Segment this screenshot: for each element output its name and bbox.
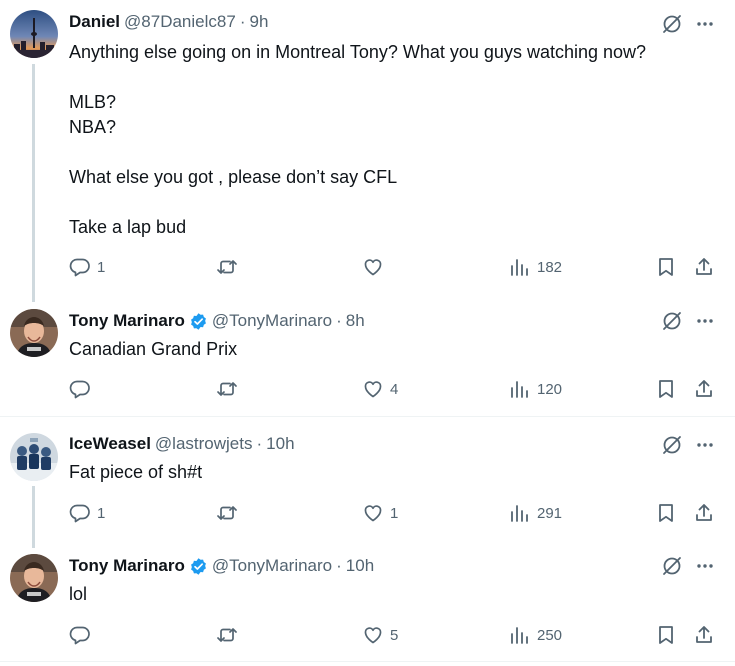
display-name[interactable]: Tony Marinaro — [69, 555, 185, 577]
reply-icon — [69, 626, 90, 645]
view-count: 291 — [537, 504, 563, 522]
view-count: 250 — [537, 626, 563, 644]
tweet[interactable]: Daniel @87Danielc87 · 9h Anything else g… — [0, 0, 735, 300]
like-icon — [364, 381, 382, 398]
like-button[interactable] — [362, 256, 390, 278]
share-icon — [696, 258, 712, 275]
tweet[interactable]: Tony Marinaro @TonyMarinaro · 10h lol 5 — [0, 545, 735, 661]
share-icon — [696, 504, 712, 521]
retweet-button[interactable] — [216, 502, 244, 524]
views-icon — [511, 505, 528, 522]
timestamp[interactable]: 10h — [266, 433, 294, 455]
views-button[interactable]: 250 — [509, 624, 562, 646]
grok-icon[interactable] — [661, 310, 683, 332]
bookmark-icon — [659, 504, 673, 522]
avatar[interactable] — [10, 554, 58, 602]
grok-icon[interactable] — [661, 434, 683, 456]
user-handle[interactable]: @TonyMarinaro — [212, 310, 332, 332]
avatar[interactable] — [10, 433, 58, 481]
views-icon — [511, 259, 528, 276]
timestamp[interactable]: 10h — [346, 555, 374, 577]
separator-dot: · — [256, 434, 263, 453]
reply-icon — [69, 258, 90, 277]
tweet-text: Canadian Grand Prix — [69, 339, 238, 359]
like-count: 1 — [390, 504, 399, 522]
separator-dot: · — [336, 556, 342, 575]
like-icon — [364, 259, 382, 276]
retweet-button[interactable] — [216, 624, 244, 646]
more-icon[interactable] — [694, 310, 716, 332]
views-button[interactable]: 182 — [509, 256, 562, 278]
bookmark-button[interactable] — [655, 502, 677, 524]
like-count: 4 — [390, 380, 399, 398]
view-count: 120 — [537, 380, 563, 398]
tweet-text: Anything else going on in Montreal Tony?… — [69, 42, 647, 237]
retweet-button[interactable] — [216, 256, 244, 278]
user-handle[interactable]: @87Danielc87 — [124, 11, 236, 33]
bookmark-button[interactable] — [655, 624, 677, 646]
thread-divider — [0, 661, 735, 662]
timestamp[interactable]: 9h — [249, 11, 268, 33]
reply-button[interactable] — [69, 624, 97, 646]
share-button[interactable] — [693, 378, 715, 400]
share-button[interactable] — [693, 502, 715, 524]
reply-icon — [69, 504, 90, 523]
share-button[interactable] — [693, 256, 715, 278]
share-button[interactable] — [693, 624, 715, 646]
more-icon[interactable] — [694, 434, 716, 456]
like-button[interactable]: 4 — [362, 378, 398, 400]
separator-dot: · — [239, 12, 246, 31]
retweet-icon — [217, 628, 237, 642]
retweet-button[interactable] — [216, 378, 244, 400]
bookmark-icon — [659, 380, 673, 398]
bookmark-button[interactable] — [655, 256, 677, 278]
retweet-icon — [217, 382, 237, 396]
avatar[interactable] — [10, 10, 58, 58]
display-name[interactable]: Daniel — [69, 11, 120, 33]
display-name[interactable]: IceWeasel — [69, 433, 151, 455]
reply-button[interactable]: 1 — [69, 502, 105, 524]
verified-badge-icon — [189, 557, 208, 576]
like-icon — [364, 505, 382, 522]
reply-thread-feed: Daniel @87Danielc87 · 9h Anything else g… — [0, 0, 735, 666]
share-icon — [696, 626, 712, 643]
reply-count: 1 — [97, 504, 106, 522]
reply-icon — [69, 380, 90, 399]
user-handle[interactable]: @lastrowjets — [155, 433, 253, 455]
bookmark-icon — [659, 626, 673, 644]
views-icon — [511, 627, 528, 644]
share-icon — [696, 380, 712, 397]
timestamp[interactable]: 8h — [346, 310, 365, 332]
retweet-icon — [217, 506, 237, 520]
separator-dot: · — [336, 311, 342, 330]
views-button[interactable]: 291 — [509, 502, 562, 524]
more-icon[interactable] — [694, 555, 716, 577]
tweet[interactable]: IceWeasel @lastrowjets · 10h Fat piece o… — [0, 417, 735, 545]
user-handle[interactable]: @TonyMarinaro — [212, 555, 332, 577]
retweet-icon — [217, 260, 237, 274]
views-button[interactable]: 120 — [509, 378, 562, 400]
bookmark-button[interactable] — [655, 378, 677, 400]
like-button[interactable]: 1 — [362, 502, 398, 524]
like-icon — [364, 627, 382, 644]
like-button[interactable]: 5 — [362, 624, 398, 646]
views-icon — [511, 381, 528, 398]
reply-button[interactable]: 1 — [69, 256, 105, 278]
view-count: 182 — [537, 258, 563, 276]
grok-icon[interactable] — [661, 13, 683, 35]
grok-icon[interactable] — [661, 555, 683, 577]
bookmark-icon — [659, 258, 673, 276]
tweet-text: lol — [69, 584, 88, 604]
display-name[interactable]: Tony Marinaro — [69, 310, 185, 332]
more-icon[interactable] — [694, 13, 716, 35]
tweet[interactable]: Tony Marinaro @TonyMarinaro · 8h Canadia… — [0, 300, 735, 416]
reply-count: 1 — [97, 258, 106, 276]
tweet-text: Fat piece of sh#t — [69, 462, 203, 482]
avatar[interactable] — [10, 309, 58, 357]
like-count: 5 — [390, 626, 399, 644]
verified-badge-icon — [189, 312, 208, 331]
reply-button[interactable] — [69, 378, 97, 400]
